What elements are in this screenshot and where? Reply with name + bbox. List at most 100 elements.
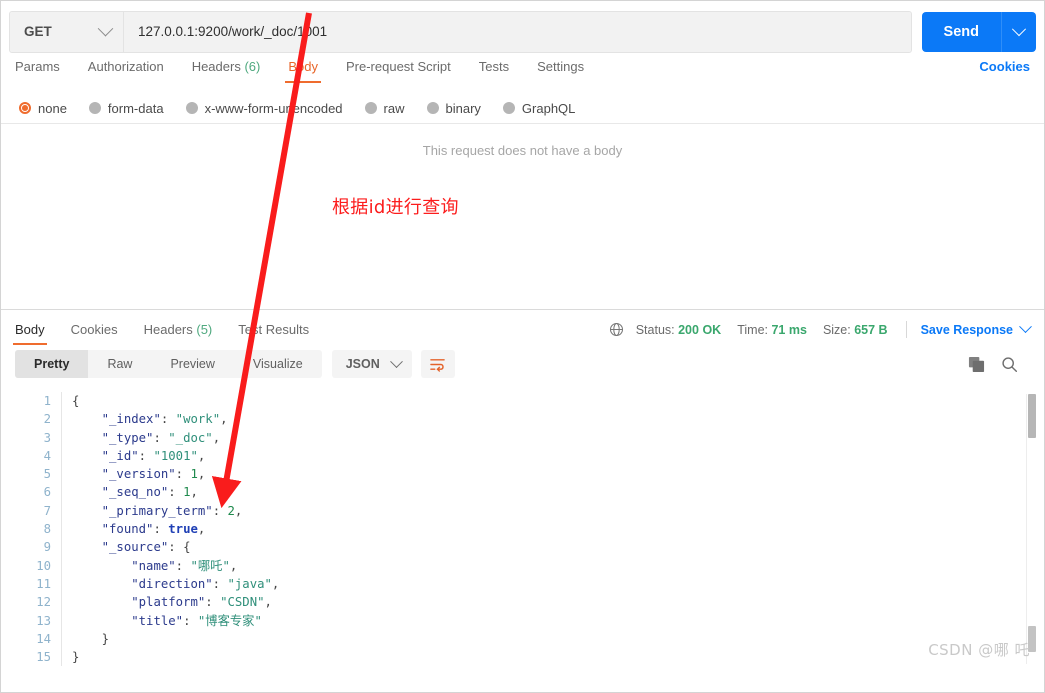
cookies-link[interactable]: Cookies <box>979 59 1030 82</box>
response-tab-test-results[interactable]: Test Results <box>238 322 309 344</box>
tab-tests[interactable]: Tests <box>479 59 509 82</box>
size-value: 657 B <box>854 322 888 337</box>
tab-label: Body <box>15 322 45 337</box>
time-label: Time: <box>737 322 768 337</box>
response-tab-cookies[interactable]: Cookies <box>71 322 118 344</box>
line-number: 6 <box>43 485 51 500</box>
chevron-down-icon <box>1019 320 1032 334</box>
scrollbar-thumb[interactable] <box>1028 394 1036 438</box>
line-number: 8 <box>43 522 51 537</box>
code-line: } <box>101 631 110 646</box>
tab-settings[interactable]: Settings <box>537 59 584 82</box>
send-button[interactable]: Send <box>921 11 1001 52</box>
tab-count: (5) <box>196 322 213 337</box>
radio-icon <box>426 102 439 114</box>
body-type-label: form-data <box>107 100 164 116</box>
code-line: "_version": 1, <box>101 467 206 482</box>
response-format-select[interactable]: JSON <box>331 350 412 378</box>
status-label: Status: <box>635 322 675 337</box>
tab-label: Tests <box>478 58 510 74</box>
line-number: 10 <box>36 558 51 573</box>
globe-icon <box>609 322 624 337</box>
method-url-group: GET <box>9 10 912 53</box>
line-number: 2 <box>43 412 51 427</box>
status-value: 200 OK <box>678 322 722 337</box>
line-number: 14 <box>36 631 51 646</box>
request-bar: GET Send <box>1 1 1044 53</box>
radio-icon <box>88 102 101 114</box>
response-tab-body[interactable]: Body <box>13 322 47 345</box>
response-section: Body Cookies Headers (5) Test Results St… <box>1 309 1044 671</box>
http-method-label: GET <box>24 24 52 39</box>
code-line: "direction": "java", <box>131 576 280 591</box>
divider <box>905 321 907 338</box>
tab-label: Authorization <box>87 58 164 74</box>
line-number: 3 <box>43 430 51 445</box>
line-number: 5 <box>43 467 51 482</box>
response-viewer-toolbar: Pretty Raw Preview Visualize JSON <box>1 344 1044 386</box>
body-type-raw[interactable]: raw <box>364 100 405 116</box>
size-meta: Size: 657 B <box>823 323 888 337</box>
copy-icon[interactable] <box>968 356 985 373</box>
radio-icon <box>185 102 198 114</box>
line-number: 1 <box>43 394 51 408</box>
line-number: 12 <box>36 595 51 610</box>
code-line: "found": true, <box>101 522 206 537</box>
status-meta: Status: 200 OK <box>636 323 722 337</box>
tab-params[interactable]: Params <box>15 59 60 82</box>
tab-label: Settings <box>537 58 585 74</box>
code-line: "platform": "CSDN", <box>131 595 272 610</box>
send-options-button[interactable] <box>1001 11 1036 52</box>
response-tabs: Body Cookies Headers (5) Test Results St… <box>1 310 1044 345</box>
line-number: 9 <box>43 540 51 555</box>
code-line: "_primary_term": 2, <box>101 503 243 518</box>
tab-label: Body <box>288 58 318 74</box>
url-input[interactable] <box>124 11 911 52</box>
body-type-binary[interactable]: binary <box>426 100 481 116</box>
code-area: 1 2 3 4 5 6 7 8 9 10 11 12 13 14 15 { "_index": "work"… <box>1 386 1044 667</box>
view-mode-group: Pretty Raw Preview Visualize <box>15 350 322 378</box>
tab-headers[interactable]: Headers (6) <box>192 59 261 82</box>
save-response-button[interactable]: Save Response <box>920 320 1032 337</box>
format-label: JSON <box>345 357 380 371</box>
body-type-form-data[interactable]: form-data <box>88 100 164 116</box>
view-mode-visualize[interactable]: Visualize <box>234 350 322 378</box>
line-number-gutter: 1 2 3 4 5 6 7 8 9 10 11 12 13 14 15 <box>1 392 61 666</box>
code-line: "_seq_no": 1, <box>101 485 198 500</box>
view-mode-preview[interactable]: Preview <box>151 350 233 378</box>
size-label: Size: <box>822 322 851 337</box>
http-method-select[interactable]: GET <box>10 11 124 52</box>
view-mode-raw[interactable]: Raw <box>88 350 151 378</box>
wrap-lines-button[interactable] <box>420 350 455 378</box>
code-line: "_id": "1001", <box>101 448 206 463</box>
body-type-graphql[interactable]: GraphQL <box>502 101 575 116</box>
save-response-label: Save Response <box>920 322 1013 337</box>
body-type-label: raw <box>383 100 405 116</box>
tab-label: Headers <box>191 58 241 74</box>
code-line: "title": "博客专家" <box>131 613 262 628</box>
line-number: 13 <box>36 613 51 628</box>
line-number: 7 <box>43 503 51 518</box>
response-tab-headers[interactable]: Headers (5) <box>144 322 213 344</box>
code-line: { <box>72 394 80 408</box>
body-type-label: binary <box>445 100 481 116</box>
chevron-down-icon <box>1011 21 1027 36</box>
response-body-viewer[interactable]: 1 2 3 4 5 6 7 8 9 10 11 12 13 14 15 { "_index": "work"… <box>1 386 1044 671</box>
chevron-down-icon <box>97 20 114 37</box>
body-type-options: none form-data x-www-form-urlencoded raw… <box>1 87 1044 123</box>
search-icon[interactable] <box>1001 356 1018 373</box>
response-meta: Status: 200 OK Time: 71 ms Size: 657 B S… <box>609 320 1032 344</box>
code-line: } <box>72 650 80 665</box>
vertical-scrollbar[interactable] <box>1026 394 1036 664</box>
body-type-urlencoded[interactable]: x-www-form-urlencoded <box>185 101 343 116</box>
tab-body[interactable]: Body <box>285 58 321 83</box>
empty-body-message: This request does not have a body <box>422 143 623 158</box>
tab-authorization[interactable]: Authorization <box>88 59 164 82</box>
code-line: "_source": { <box>101 540 191 555</box>
tab-pre-request-script[interactable]: Pre-request Script <box>346 59 451 82</box>
body-type-none[interactable]: none <box>19 101 67 116</box>
view-mode-pretty[interactable]: Pretty <box>15 350 89 378</box>
tab-label: Headers <box>143 322 193 337</box>
line-number: 15 <box>36 650 51 665</box>
tab-label: Test Results <box>238 322 310 337</box>
